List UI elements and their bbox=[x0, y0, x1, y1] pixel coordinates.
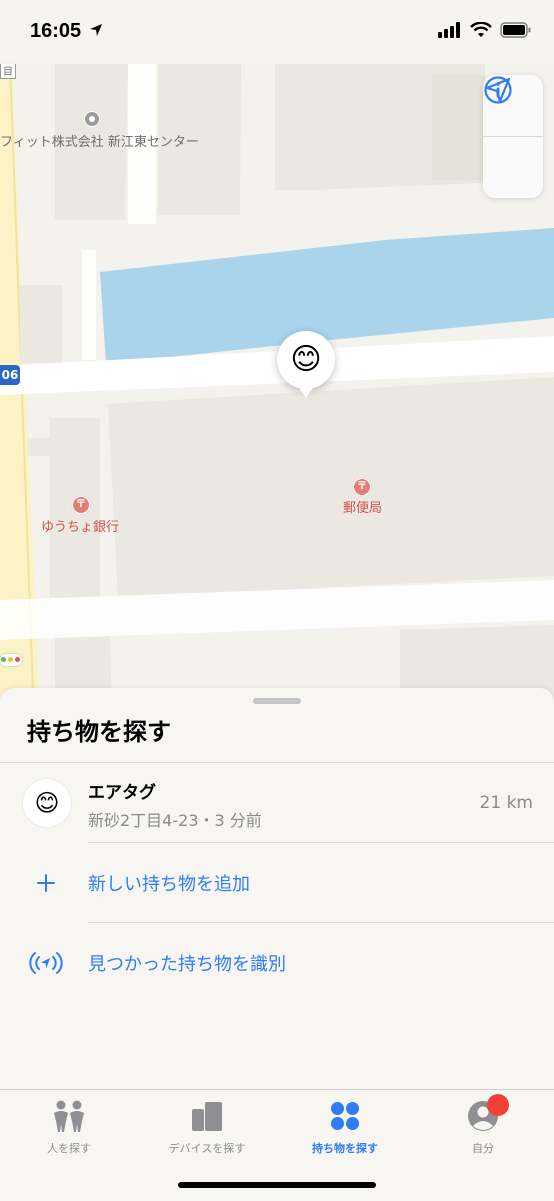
company-poi-icon[interactable] bbox=[84, 111, 100, 127]
items-icon bbox=[276, 1098, 414, 1134]
battery-icon bbox=[500, 22, 531, 38]
tab-people-label: 人を探す bbox=[47, 1142, 91, 1155]
map-label-post-office[interactable]: 郵便局 bbox=[343, 497, 382, 516]
item-distance: 21 km bbox=[479, 793, 533, 813]
map-controls bbox=[483, 75, 543, 198]
tab-me[interactable]: 自分 bbox=[414, 1094, 552, 1158]
me-icon bbox=[414, 1094, 552, 1134]
location-services-icon bbox=[89, 24, 102, 36]
nfc-locate-icon bbox=[28, 948, 64, 978]
status-icons bbox=[438, 22, 532, 38]
divider bbox=[88, 922, 554, 923]
item-name: エアタグ bbox=[88, 783, 156, 803]
divider bbox=[88, 842, 554, 843]
people-icon bbox=[0, 1098, 138, 1134]
tab-items-label: 持ち物を探す bbox=[312, 1142, 378, 1155]
map-label-top-edge: 目 bbox=[0, 62, 16, 79]
tab-devices[interactable]: デバイスを探す bbox=[138, 1098, 276, 1158]
home-indicator[interactable] bbox=[178, 1182, 376, 1188]
add-new-item-button[interactable]: 新しい持ち物を追加 bbox=[0, 848, 554, 918]
item-avatar: 😊 bbox=[23, 779, 71, 827]
cellular-signal-icon bbox=[438, 22, 460, 38]
identify-found-item-label: 見つかった持ち物を識別 bbox=[88, 954, 286, 975]
bank-poi-icon[interactable]: 〒 bbox=[72, 496, 90, 514]
identify-found-item-button[interactable]: 見つかった持ち物を識別 bbox=[0, 928, 554, 998]
add-new-item-label: 新しい持ち物を追加 bbox=[88, 874, 250, 895]
map-label-bank[interactable]: ゆうちょ銀行 bbox=[41, 516, 119, 535]
item-row-airtag[interactable]: 😊 エアタグ 新砂2丁目4-23・3 分前 21 km bbox=[0, 764, 554, 844]
tab-items[interactable]: 持ち物を探す bbox=[276, 1098, 414, 1158]
items-sheet: 持ち物を探す 😊 エアタグ 新砂2丁目4-23・3 分前 21 km 新しい持ち… bbox=[0, 688, 554, 1090]
locate-me-button[interactable] bbox=[483, 77, 543, 198]
status-time: 16:05 bbox=[30, 20, 103, 43]
item-location-time: 新砂2丁目4-23・3 分前 bbox=[88, 811, 262, 830]
map-view[interactable]: 目 フィット株式会社 新江東センター 06 〒 ゆうちょ銀行 〒 郵便局 😊 bbox=[0, 0, 554, 720]
item-map-pin[interactable]: 😊 bbox=[277, 331, 335, 398]
tab-me-label: 自分 bbox=[472, 1142, 494, 1155]
traffic-signal-icon bbox=[0, 654, 22, 666]
map-label-company[interactable]: フィット株式会社 新江東センター bbox=[0, 131, 199, 150]
route-shield: 06 bbox=[0, 365, 20, 385]
status-time-text: 16:05 bbox=[30, 20, 82, 42]
devices-icon bbox=[138, 1098, 276, 1134]
sheet-title: 持ち物を探す bbox=[27, 718, 171, 746]
wifi-icon bbox=[470, 22, 492, 37]
sheet-grabber[interactable] bbox=[253, 698, 301, 704]
tab-people[interactable]: 人を探す bbox=[0, 1098, 138, 1158]
location-arrow-icon bbox=[485, 77, 511, 103]
plus-icon bbox=[28, 868, 64, 898]
divider bbox=[0, 762, 554, 763]
tab-devices-label: デバイスを探す bbox=[168, 1142, 246, 1155]
status-bar: 16:05 bbox=[0, 0, 554, 64]
post-office-poi-icon[interactable]: 〒 bbox=[353, 478, 371, 496]
notification-badge bbox=[487, 1094, 509, 1116]
